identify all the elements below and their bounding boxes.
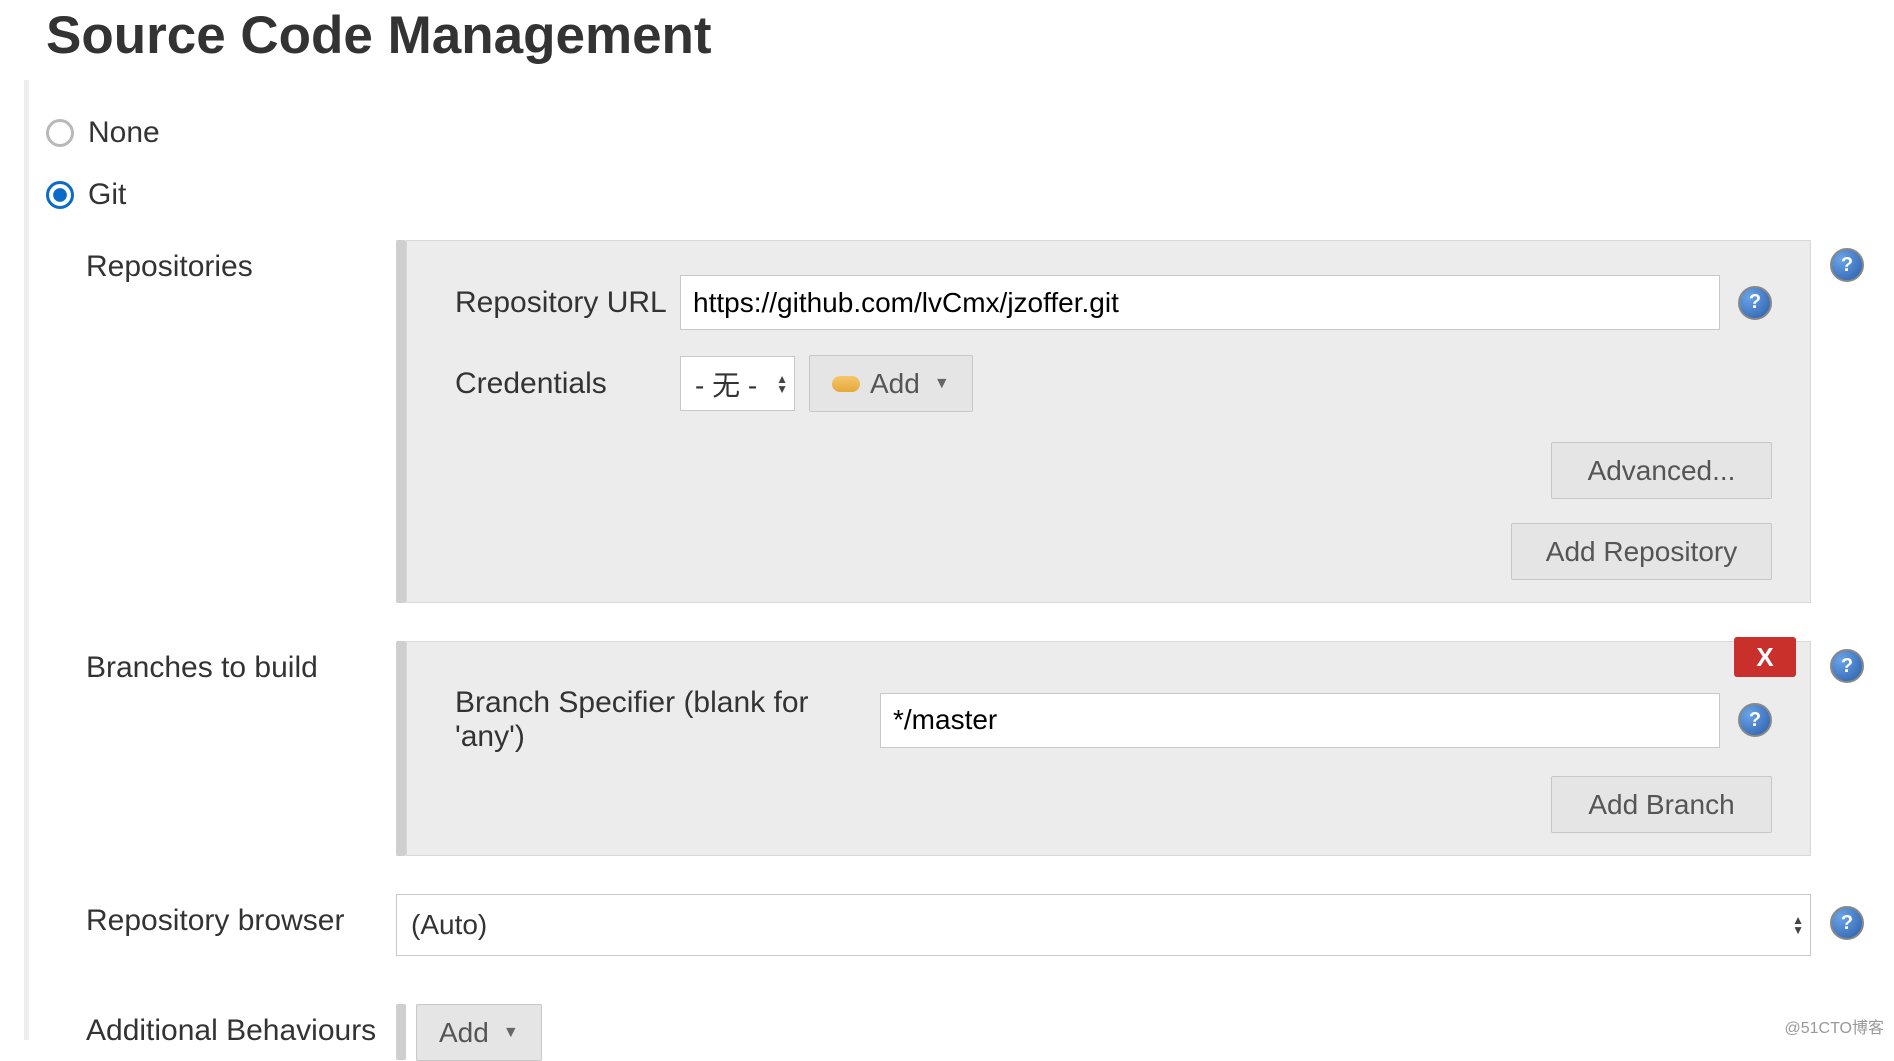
advanced-button[interactable]: Advanced...	[1551, 442, 1772, 499]
help-icon[interactable]: ?	[1830, 906, 1864, 940]
section-heading: Source Code Management	[46, 0, 1894, 66]
repo-browser-selected-value: (Auto)	[411, 909, 487, 941]
branch-specifier-label: Branch Specifier (blank for 'any')	[455, 686, 880, 754]
repo-url-input[interactable]	[680, 275, 1720, 330]
add-credentials-button[interactable]: Add ▼	[809, 355, 973, 412]
drag-handle[interactable]	[396, 1004, 406, 1060]
repo-browser-select[interactable]: (Auto) ▲▼	[396, 894, 1811, 956]
add-branch-button[interactable]: Add Branch	[1551, 776, 1772, 833]
repository-group: Repository URL ? Credentials - 无 - ▲▼ Ad…	[406, 240, 1811, 603]
button-label: Add Branch	[1588, 789, 1734, 821]
credentials-selected-value: - 无 -	[695, 364, 757, 404]
caret-down-icon: ▼	[503, 1024, 519, 1042]
help-icon[interactable]: ?	[1830, 649, 1864, 683]
scm-option-label: None	[88, 116, 160, 150]
scm-option-git[interactable]: Git	[46, 178, 1894, 212]
credentials-label: Credentials	[455, 367, 680, 401]
behaviours-label: Additional Behaviours	[86, 1004, 396, 1048]
repo-url-label: Repository URL	[455, 286, 680, 320]
watermark: @51CTO博客	[1784, 1014, 1884, 1038]
add-repository-button[interactable]: Add Repository	[1511, 523, 1772, 580]
drag-handle[interactable]	[396, 641, 406, 856]
left-indent-rule	[24, 80, 29, 1040]
scm-option-none[interactable]: None	[46, 116, 1894, 150]
button-label: Advanced...	[1588, 455, 1736, 487]
branch-specifier-input[interactable]	[880, 693, 1720, 748]
branches-label: Branches to build	[86, 641, 396, 685]
credentials-select[interactable]: - 无 - ▲▼	[680, 356, 795, 411]
button-label: Add	[870, 368, 920, 400]
delete-branch-button[interactable]: X	[1734, 637, 1796, 677]
help-icon[interactable]: ?	[1738, 703, 1772, 737]
radio-icon	[46, 119, 74, 147]
branch-group: X Branch Specifier (blank for 'any') ? A…	[406, 641, 1811, 856]
button-label: Add Repository	[1546, 536, 1737, 568]
drag-handle[interactable]	[396, 240, 406, 603]
caret-down-icon: ▼	[934, 375, 950, 393]
add-behaviour-button[interactable]: Add ▼	[416, 1004, 542, 1061]
repositories-label: Repositories	[86, 240, 396, 284]
help-icon[interactable]: ?	[1738, 286, 1772, 320]
help-icon[interactable]: ?	[1830, 248, 1864, 282]
select-arrows-icon: ▲▼	[1792, 915, 1804, 935]
scm-option-label: Git	[88, 178, 126, 212]
select-arrows-icon: ▲▼	[776, 374, 788, 394]
radio-icon	[46, 181, 74, 209]
repo-browser-label: Repository browser	[86, 894, 396, 938]
scm-radio-group: None Git	[46, 116, 1894, 212]
